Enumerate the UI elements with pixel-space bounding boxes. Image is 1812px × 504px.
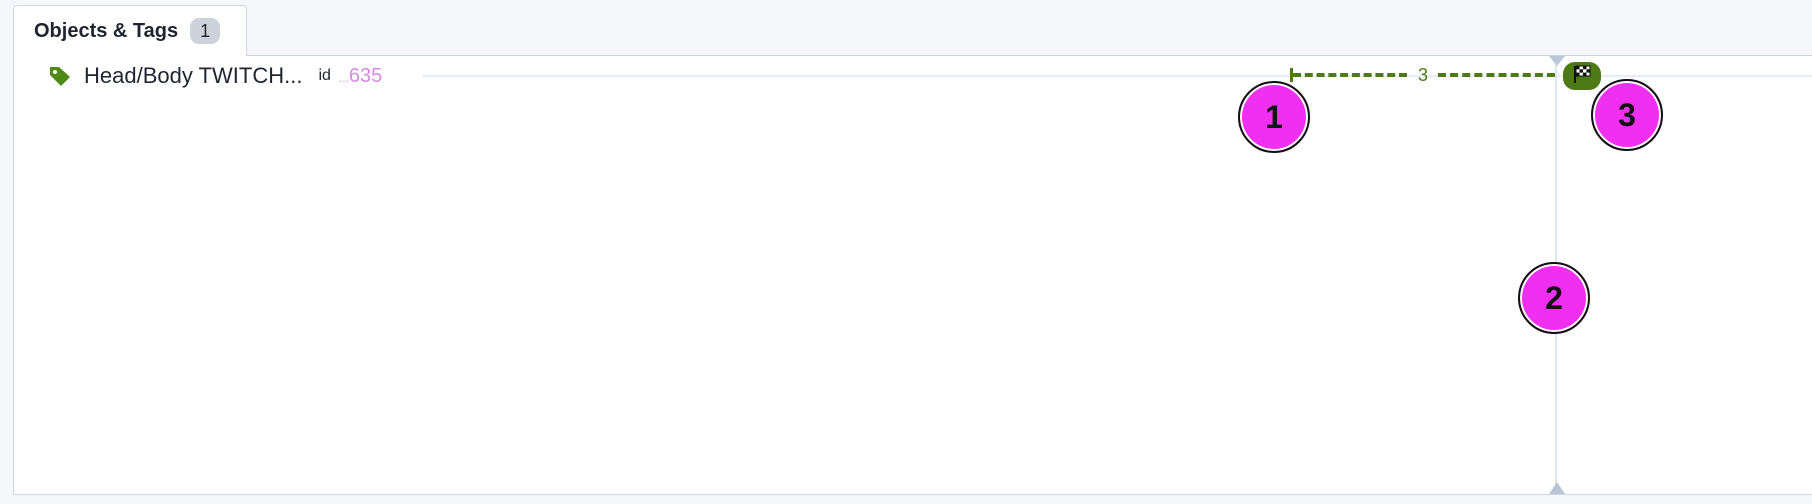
id-ellipsis: ...	[338, 70, 349, 85]
segment-dash-left[interactable]	[1293, 73, 1407, 77]
tab-label: Objects & Tags	[34, 19, 179, 42]
marker-2-label: 2	[1545, 279, 1563, 316]
object-row[interactable]: Head/Body TWITCH... id ...635	[48, 60, 382, 92]
marker-3-label: 3	[1618, 96, 1636, 133]
checkered-flag-icon	[1571, 64, 1593, 89]
marker-1-label: 1	[1265, 98, 1283, 135]
playhead-bottom-handle[interactable]	[1549, 482, 1565, 494]
annotation-marker-1: 1	[1238, 81, 1310, 153]
tag-icon	[48, 64, 72, 88]
tab-count-badge: 1	[190, 18, 221, 44]
id-value: ...635	[339, 65, 382, 88]
segment-dash-right[interactable]	[1438, 73, 1555, 77]
annotation-marker-3: 3	[1591, 79, 1663, 151]
id-number: 635	[348, 64, 383, 87]
timeline-track	[422, 75, 1812, 77]
id-label: id	[318, 67, 331, 84]
annotation-marker-2: 2	[1518, 262, 1590, 334]
segment-duration-label: 3	[1417, 65, 1428, 85]
end-flag-button[interactable]	[1563, 62, 1601, 90]
playhead-top-handle[interactable]	[1549, 56, 1565, 66]
object-label: Head/Body TWITCH...	[84, 63, 303, 88]
tab-objects-tags[interactable]: Objects & Tags 1	[13, 5, 247, 56]
